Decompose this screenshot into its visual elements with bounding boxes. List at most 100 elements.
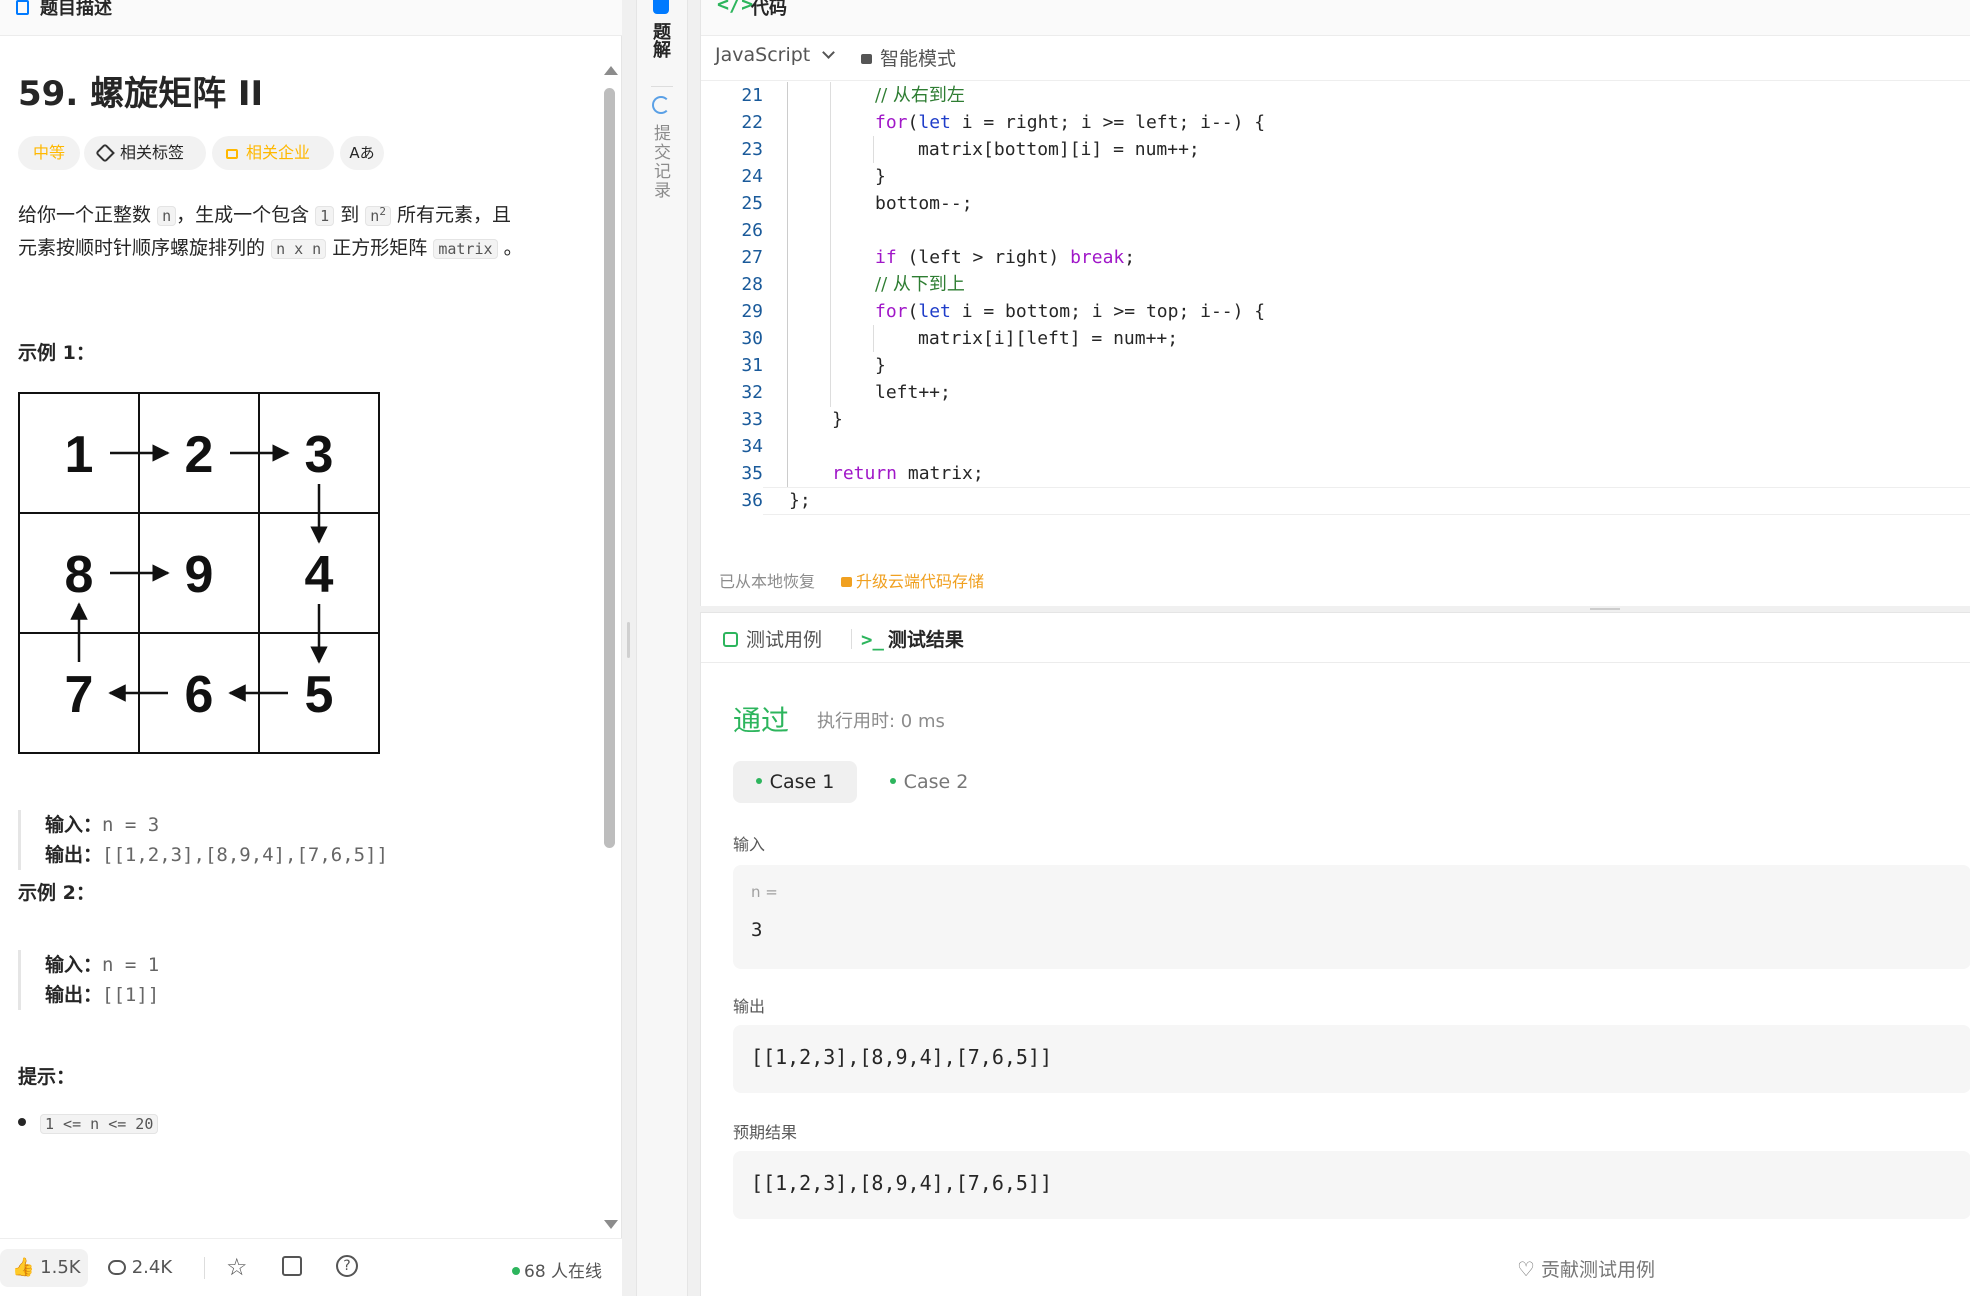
splitter-handle[interactable]: [627, 622, 630, 658]
code-text: matrix[i][left] = num++;: [918, 325, 1178, 352]
code-text: if (left > right) break;: [875, 244, 1135, 271]
flask-icon: [653, 0, 669, 14]
chevron-down-icon: [822, 46, 836, 59]
desc-text: 到: [340, 204, 360, 226]
like-button[interactable]: 👍 1.5K: [0, 1249, 88, 1287]
line-number: 28: [741, 274, 763, 295]
code-line: 22 for(let i = right; i >= left; i--) {: [701, 109, 1970, 136]
code-comment: // 从下到上: [875, 274, 965, 295]
example-1-title: 示例 1：: [18, 342, 95, 364]
scroll-up-arrow[interactable]: [604, 66, 618, 75]
code-line: 25 bottom--;: [701, 190, 1970, 217]
status-badge: 通过: [733, 704, 790, 737]
contribute-label: 贡献测试用例: [1540, 1259, 1655, 1281]
tab-submissions[interactable]: 提交记录: [647, 94, 679, 214]
line-number: 27: [741, 247, 763, 268]
test-results-panel: 测试用例 >_ 测试结果 通过 执行用时: 0 ms Case 1 Case 2 …: [700, 612, 1970, 1296]
smart-mode-label: 智能模式: [880, 48, 957, 70]
problem-content[interactable]: 59. 螺旋矩阵 II 中等 相关标签 相关企业 Aあ 给你一个正整数 n ，生成…: [0, 36, 622, 1232]
code-text: }: [832, 406, 843, 433]
scroll-down-arrow[interactable]: [604, 1220, 618, 1229]
expected-box: [[1,2,3],[8,9,4],[7,6,5]]: [733, 1151, 1970, 1219]
code-text: }: [875, 352, 886, 379]
example-2-block: 输入：n = 1 输出：[[1]]: [18, 950, 578, 1010]
scroll-thumb[interactable]: [604, 88, 615, 848]
tab-code[interactable]: 代码: [751, 0, 787, 20]
desc-code-nxn: n x n: [271, 239, 327, 259]
code-line: 34: [701, 433, 1970, 460]
contribute-testcase-button[interactable]: ♡ 贡献测试用例: [1517, 1255, 1655, 1282]
pass-dot: [889, 778, 896, 784]
runtime-text: 执行用时: 0 ms: [817, 711, 945, 732]
line-number: 29: [741, 301, 763, 322]
online-text: 68 人在线: [524, 1262, 603, 1282]
vertical-splitter[interactable]: [622, 0, 636, 1296]
grid-cell-number: 8: [65, 546, 94, 604]
code-keyword: return: [832, 463, 898, 484]
code-line: 29 for(let i = bottom; i >= top; i--) {: [701, 298, 1970, 325]
code-token: }: [832, 409, 843, 430]
smart-mode-toggle[interactable]: 智能模式: [861, 44, 956, 71]
code-line: 24}: [701, 163, 1970, 190]
star-icon[interactable]: ☆: [226, 1253, 248, 1281]
splitter-handle[interactable]: [1590, 608, 1620, 610]
case-tab-1[interactable]: Case 1: [733, 761, 857, 803]
input-value: n = 1: [102, 954, 160, 976]
line-number: 36: [741, 490, 763, 511]
lock-icon: [841, 577, 852, 587]
input-var-name: n =: [751, 883, 778, 901]
tab-solutions[interactable]: 题解: [647, 0, 679, 80]
results-tabbar: 测试用例 >_ 测试结果: [701, 613, 1970, 663]
grid-cell-number: 9: [185, 546, 214, 604]
code-keyword: for: [875, 112, 908, 133]
expected-label: 预期结果: [733, 1123, 798, 1142]
line-number: 35: [741, 463, 763, 484]
tab-divider: [651, 86, 673, 87]
upgrade-label: 升级云端代码存储: [856, 572, 985, 591]
desc-code-matrix: matrix: [433, 239, 498, 259]
code-keyword: let: [918, 112, 951, 133]
code-text: for(let i = right; i >= left; i--) {: [875, 109, 1265, 136]
editor-tabbar: </> 代码: [701, 0, 1970, 36]
terminal-icon: >_: [861, 629, 884, 651]
code-line: 28 // 从下到上: [701, 271, 1970, 298]
line-number: 34: [741, 436, 763, 457]
line-number: 21: [741, 85, 763, 106]
upgrade-storage-link[interactable]: 升级云端代码存储: [841, 568, 984, 592]
code-token: }: [875, 166, 886, 187]
code-token: (: [907, 301, 919, 322]
output-label: 输出：: [45, 844, 103, 866]
line-number: 30: [741, 328, 763, 349]
tab-testcase[interactable]: 测试用例: [723, 625, 822, 652]
code-text: return matrix;: [832, 460, 984, 487]
bullet: [18, 1118, 26, 1126]
related-tags-button[interactable]: 相关标签: [84, 136, 206, 170]
help-icon[interactable]: ?: [336, 1255, 358, 1277]
tab-description[interactable]: 题目描述: [40, 0, 112, 20]
code-text: };: [789, 487, 811, 514]
code-area[interactable]: 21// 从右到左 22 for(let i = right; i >= left;…: [701, 82, 1970, 516]
scrollbar[interactable]: [602, 66, 618, 1232]
related-companies-button[interactable]: 相关企业: [212, 136, 334, 170]
input-label: 输入：: [45, 814, 103, 836]
desc-text: 正方形矩阵: [332, 237, 428, 259]
grid-cell-number: 6: [185, 666, 214, 724]
case-1-label: Case 1: [769, 771, 835, 793]
language-label: JavaScript: [715, 44, 811, 66]
tab-result[interactable]: >_ 测试结果: [861, 625, 964, 652]
lock-icon: [861, 54, 872, 64]
language-select[interactable]: JavaScript: [715, 44, 836, 66]
heart-icon: ♡: [1517, 1257, 1535, 1281]
comments-button[interactable]: 2.4K: [108, 1249, 172, 1287]
share-icon[interactable]: [282, 1256, 302, 1276]
case-2-label: Case 2: [903, 771, 969, 793]
translate-button[interactable]: Aあ: [340, 136, 384, 170]
editor-header-border: [701, 80, 1970, 81]
code-line: 32 left++;: [701, 379, 1970, 406]
divider: [204, 1257, 205, 1279]
case-tab-2[interactable]: Case 2: [867, 761, 991, 803]
code-token: matrix[bottom][i] = num++;: [918, 139, 1200, 160]
line-number: 24: [741, 166, 763, 187]
lock-icon: [226, 149, 238, 159]
output-value: [[1,2,3],[8,9,4],[7,6,5]]: [751, 1045, 1053, 1069]
